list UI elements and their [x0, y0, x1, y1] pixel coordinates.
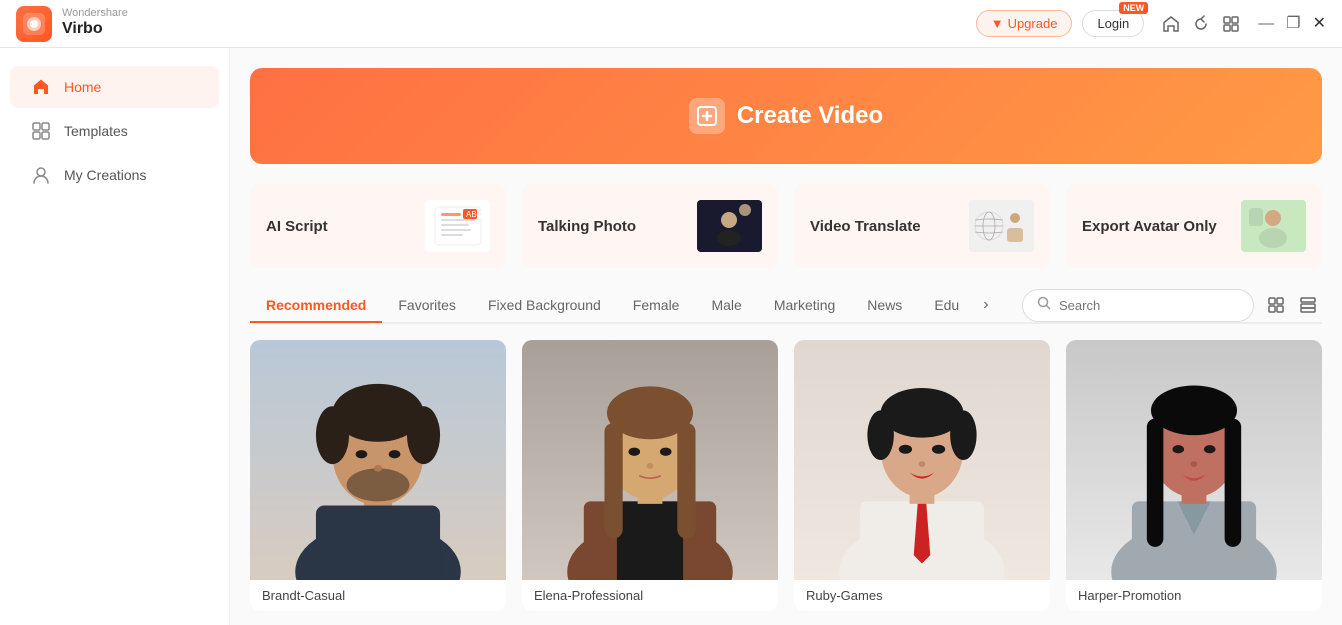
app-brand: Wondershare: [62, 8, 128, 19]
app-logo: [16, 6, 52, 42]
new-badge: NEW: [1119, 2, 1148, 14]
sidebar-item-label-my-creations: My Creations: [64, 167, 146, 183]
refresh-icon[interactable]: [1192, 15, 1210, 33]
ai-script-image: ABC: [425, 200, 490, 252]
filter-bar: Recommended Favorites Fixed Background F…: [250, 288, 1322, 324]
create-video-icon: [689, 98, 725, 134]
upgrade-button[interactable]: ▼ Upgrade: [976, 10, 1073, 37]
close-button[interactable]: ✕: [1313, 16, 1326, 32]
talking-photo-label: Talking Photo: [538, 218, 636, 235]
avatar-name-elena: Elena-Professional: [522, 580, 778, 611]
tab-recommended[interactable]: Recommended: [250, 289, 382, 323]
search-input[interactable]: [1059, 298, 1239, 313]
avatar-card-ruby[interactable]: Ruby-Games: [794, 340, 1050, 611]
feature-card-ai-script[interactable]: AI Script ABC: [250, 184, 506, 268]
tab-marketing[interactable]: Marketing: [758, 289, 851, 323]
avatar-name-ruby: Ruby-Games: [794, 580, 1050, 611]
sidebar-item-templates[interactable]: Templates: [10, 110, 219, 152]
view-list-button[interactable]: [1294, 291, 1322, 319]
sidebar-item-label-templates: Templates: [64, 123, 128, 139]
tab-news[interactable]: News: [851, 289, 918, 323]
app-name: Wondershare Virbo: [62, 8, 128, 38]
titlebar-icons: [1162, 15, 1240, 33]
view-card-button[interactable]: [1262, 291, 1290, 319]
window-controls: — ❐ ✕: [1258, 16, 1326, 32]
export-avatar-label: Export Avatar Only: [1082, 218, 1217, 235]
feature-card-talking-photo[interactable]: Talking Photo: [522, 184, 778, 268]
app-title: Virbo: [62, 19, 128, 38]
video-translate-image: [969, 200, 1034, 252]
titlebar-left: Wondershare Virbo: [16, 6, 128, 42]
main-layout: Home Templates My Creations: [0, 48, 1342, 625]
view-toggle: [1262, 291, 1322, 319]
maximize-button[interactable]: ❐: [1286, 16, 1300, 32]
home-nav-icon: [30, 76, 52, 98]
sidebar-item-label-home: Home: [64, 79, 101, 95]
search-icon: [1037, 296, 1051, 315]
login-button[interactable]: Login: [1082, 10, 1144, 37]
templates-nav-icon: [30, 120, 52, 142]
ai-script-label: AI Script: [266, 218, 328, 235]
export-avatar-image: [1241, 200, 1306, 252]
svg-text:ABC: ABC: [466, 210, 483, 219]
titlebar-right: ▼ Upgrade Login NEW: [976, 10, 1326, 37]
login-wrapper: Login NEW: [1082, 10, 1144, 37]
avatar-name-harper: Harper-Promotion: [1066, 580, 1322, 611]
grid-icon[interactable]: [1222, 15, 1240, 33]
sidebar-item-home[interactable]: Home: [10, 66, 219, 108]
tab-favorites[interactable]: Favorites: [382, 289, 472, 323]
avatar-card-elena[interactable]: Elena-Professional: [522, 340, 778, 611]
tab-female[interactable]: Female: [617, 289, 696, 323]
avatar-name-brandt: Brandt-Casual: [250, 580, 506, 611]
titlebar: Wondershare Virbo ▼ Upgrade Login NEW: [0, 0, 1342, 48]
talking-photo-image: [697, 200, 762, 252]
sidebar: Home Templates My Creations: [0, 48, 230, 625]
create-video-text: Create Video: [737, 102, 883, 130]
my-creations-nav-icon: [30, 164, 52, 186]
sidebar-item-my-creations[interactable]: My Creations: [10, 154, 219, 196]
feature-card-export-avatar[interactable]: Export Avatar Only: [1066, 184, 1322, 268]
avatar-grid: Brandt-Casual: [250, 340, 1322, 611]
home-icon[interactable]: [1162, 15, 1180, 33]
search-box: [1022, 289, 1254, 322]
upgrade-label: Upgrade: [1008, 16, 1058, 31]
feature-card-video-translate[interactable]: Video Translate: [794, 184, 1050, 268]
upgrade-arrow: ▼: [991, 16, 1004, 31]
video-translate-label: Video Translate: [810, 218, 921, 235]
tab-edu[interactable]: Edu: [918, 289, 975, 323]
tab-fixed-background[interactable]: Fixed Background: [472, 289, 617, 323]
minimize-button[interactable]: —: [1258, 16, 1274, 32]
content-area: Create Video AI Script ABC: [230, 48, 1342, 625]
create-video-banner[interactable]: Create Video: [250, 68, 1322, 164]
feature-cards: AI Script ABC Talking Photo: [250, 184, 1322, 268]
tab-male[interactable]: Male: [695, 289, 757, 323]
avatar-card-brandt[interactable]: Brandt-Casual: [250, 340, 506, 611]
avatar-card-harper[interactable]: Harper-Promotion: [1066, 340, 1322, 611]
tab-arrow-right[interactable]: ›: [975, 288, 996, 322]
